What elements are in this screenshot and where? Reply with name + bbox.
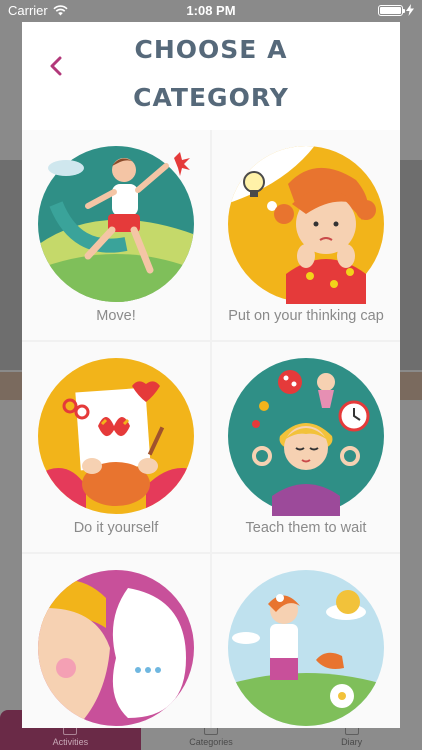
status-bar: Carrier 1:08 PM [0,0,422,20]
category-gardening[interactable] [212,554,400,728]
wifi-icon [53,4,68,15]
charging-bolt-icon [406,4,414,16]
category-teach-them-to-wait-label: Teach them to wait [245,520,367,536]
category-talking[interactable] [22,554,210,728]
category-move[interactable]: Move! [22,130,210,340]
running-child-illustration [38,146,194,302]
gardening-girl-illustration [228,570,384,726]
category-grid: Move! Put on your thinking cap Do it you… [22,130,400,728]
tab-diary-label: Diary [341,737,363,747]
modal-title-line1: CHOOSE A [134,35,288,64]
back-button[interactable] [46,56,66,76]
choose-category-modal: CHOOSE A CATEGORY Move! Put on your thin… [22,22,400,728]
category-do-it-yourself-label: Do it yourself [73,520,159,536]
thinking-girl-illustration [228,146,384,304]
status-left: Carrier [8,3,68,18]
category-thinking-cap-label: Put on your thinking cap [228,308,384,324]
tab-activities-label: Activities [52,737,89,747]
modal-title: CHOOSE A CATEGORY [22,22,400,122]
category-do-it-yourself[interactable]: Do it yourself [22,342,210,552]
modal-title-line2: CATEGORY [133,83,289,112]
category-move-label: Move! [96,308,136,324]
carrier-label: Carrier [8,2,48,18]
category-teach-them-to-wait[interactable]: Teach them to wait [212,342,400,552]
crafts-illustration [38,358,194,514]
chevron-left-icon [50,56,62,76]
status-time: 1:08 PM [186,2,236,18]
battery-icon [378,4,405,16]
meditating-girl-illustration [228,358,384,516]
talking-child-illustration [38,570,194,726]
modal-header: CHOOSE A CATEGORY [22,22,400,130]
status-right [378,4,414,16]
tab-categories-label: Categories [189,737,233,747]
category-thinking-cap[interactable]: Put on your thinking cap [212,130,400,340]
battery-level [380,6,401,14]
